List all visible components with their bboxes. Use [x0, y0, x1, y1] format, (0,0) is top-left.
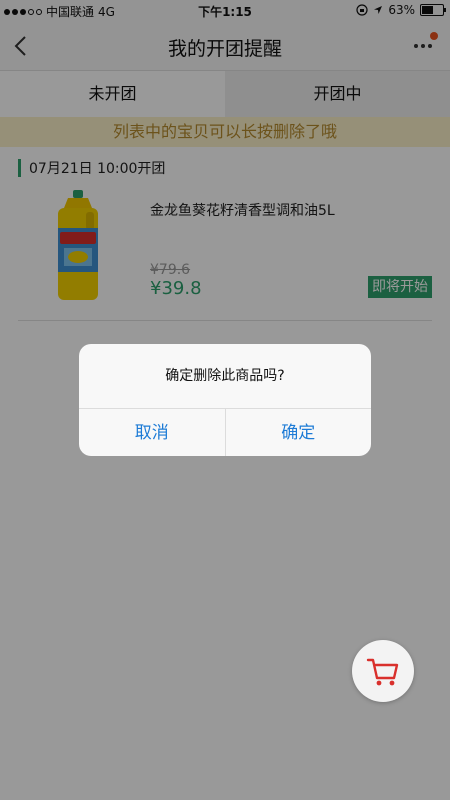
confirm-button[interactable]: 确定 [224, 409, 372, 456]
confirm-delete-dialog: 确定删除此商品吗? 取消 确定 [79, 344, 371, 456]
shopping-cart-icon [366, 658, 399, 686]
dialog-buttons: 取消 确定 [79, 408, 371, 456]
cart-button[interactable] [352, 640, 414, 702]
dialog-message: 确定删除此商品吗? [165, 368, 285, 384]
cancel-button[interactable]: 取消 [79, 409, 225, 456]
